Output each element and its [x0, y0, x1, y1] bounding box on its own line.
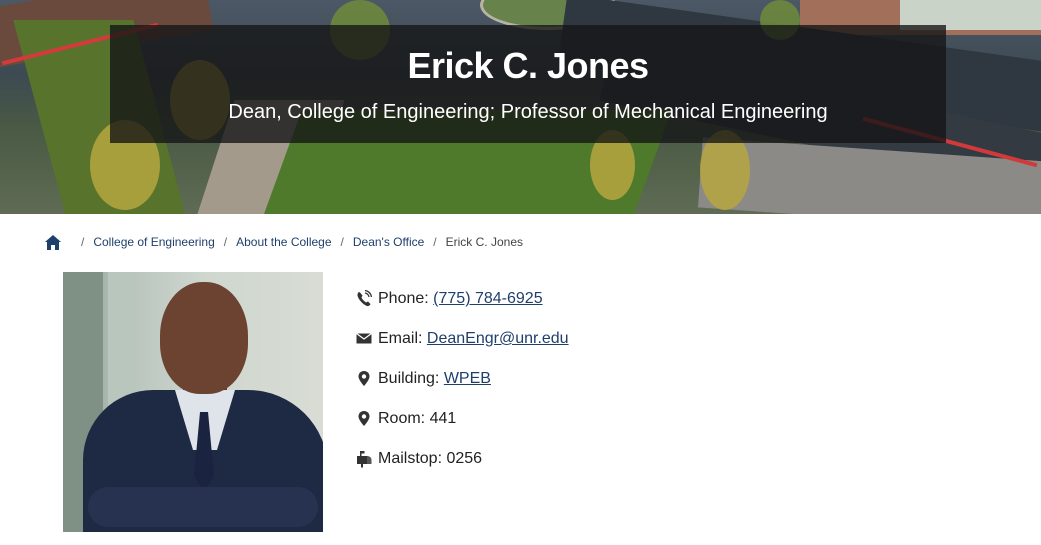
breadcrumb-college-of-engineering[interactable]: College of Engineering [93, 235, 214, 249]
contact-building-row: Building: WPEB [356, 370, 569, 410]
building-label: Building: [378, 370, 440, 387]
page-subtitle: Dean, College of Engineering; Professor … [228, 101, 828, 123]
breadcrumb: / College of Engineering / About the Col… [44, 232, 523, 252]
phone-link[interactable]: (775) 784-6925 [433, 290, 542, 308]
breadcrumb-separator: / [81, 235, 85, 249]
breadcrumb-separator: / [340, 235, 344, 249]
breadcrumb-separator: / [223, 235, 228, 249]
email-label: Email: [378, 330, 423, 347]
contact-info: Phone: (775) 784-6925 Email: DeanEngr@un… [356, 290, 569, 490]
envelope-icon [356, 333, 372, 344]
profile-photo [63, 272, 323, 532]
phone-icon [357, 290, 372, 307]
mailstop-label: Mailstop: [378, 450, 443, 467]
photo-arms [88, 487, 318, 527]
room-value: 441 [429, 410, 457, 427]
phone-label: Phone: [378, 290, 429, 307]
photo-head [160, 282, 248, 394]
email-link[interactable]: DeanEngr@unr.edu [427, 330, 569, 348]
contact-email-row: Email: DeanEngr@unr.edu [356, 330, 569, 370]
breadcrumb-about-the-college[interactable]: About the College [236, 235, 331, 249]
contact-mailstop-row: Mailstop: 0256 [356, 450, 569, 490]
contact-phone-row: Phone: (775) 784-6925 [356, 290, 569, 330]
page-title: Erick C. Jones [407, 45, 649, 86]
location-pin-icon [358, 411, 370, 426]
home-icon[interactable] [44, 234, 62, 251]
breadcrumb-deans-office[interactable]: Dean's Office [353, 235, 424, 249]
title-box: Erick C. Jones Dean, College of Engineer… [110, 25, 946, 143]
mailstop-value: 0256 [446, 450, 483, 467]
building-link[interactable]: WPEB [444, 370, 491, 388]
breadcrumb-separator: / [433, 235, 437, 249]
breadcrumb-current: Erick C. Jones [445, 235, 523, 249]
location-pin-icon [358, 371, 370, 386]
contact-room-row: Room: 441 [356, 410, 569, 450]
mailbox-icon [357, 451, 372, 468]
room-label: Room: [378, 410, 426, 427]
